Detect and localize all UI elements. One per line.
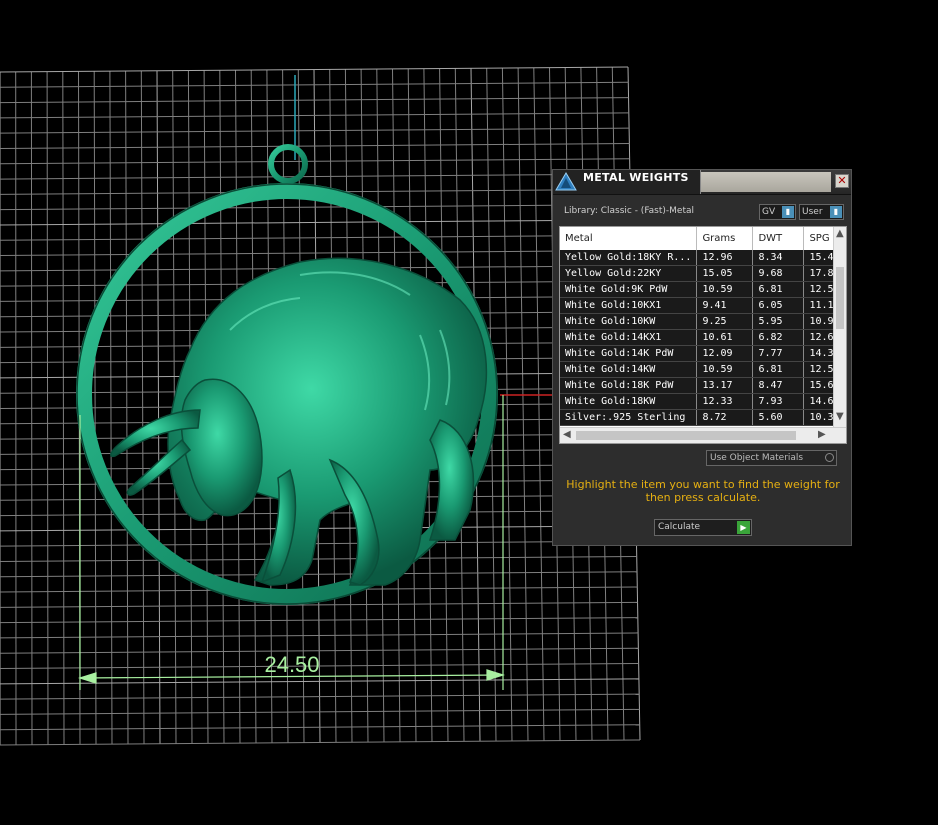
cell-metal: Silver:.925 Sterling (560, 409, 698, 426)
cell-grams: 12.96 (696, 250, 754, 266)
toggle-indicator-icon: ▮ (830, 206, 842, 218)
cell-dwt: 7.93 (752, 393, 805, 410)
cell-dwt: 5.60 (752, 409, 805, 426)
cell-dwt: 6.82 (752, 329, 805, 346)
table-row[interactable]: White Gold:14K PdW 12.09 7.77 14.37 (560, 345, 846, 362)
table-row[interactable]: Yellow Gold:22KY 15.05 9.68 17.85 (560, 265, 846, 282)
scroll-up-icon[interactable]: ▲ (836, 228, 844, 239)
cell-grams: 15.05 (696, 265, 754, 282)
play-arrow-icon: ▶ (737, 521, 750, 534)
cell-metal: White Gold:9K PdW (560, 281, 698, 298)
cell-grams: 9.25 (696, 313, 754, 330)
table-row[interactable]: White Gold:18KW 12.33 7.93 14.66 (560, 393, 846, 410)
column-header-dwt[interactable]: DWT (752, 227, 805, 250)
instruction-text: Highlight the item you want to find the … (566, 478, 840, 504)
horizontal-scrollbar[interactable]: ◀ ▶ (560, 427, 846, 443)
cell-metal: White Gold:10KX1 (560, 297, 698, 314)
cell-grams: 10.61 (696, 329, 754, 346)
radio-circle-icon (825, 453, 834, 462)
cell-grams: 12.33 (696, 393, 754, 410)
metal-weights-table: Metal Grams DWT SPG Yellow Gold:18KY R..… (560, 227, 846, 426)
cell-dwt: 9.68 (752, 265, 805, 282)
gv-toggle-label: GV (762, 207, 776, 217)
table-row[interactable]: White Gold:14KX1 10.61 6.82 12.61 (560, 329, 846, 346)
cell-metal: White Gold:10KW (560, 313, 698, 330)
table-row[interactable]: White Gold:14KW 10.59 6.81 12.59 (560, 361, 846, 378)
cell-metal: White Gold:14KX1 (560, 329, 698, 346)
table-row[interactable]: White Gold:10KX1 9.41 6.05 11.18 (560, 297, 846, 314)
cell-grams: 8.72 (696, 409, 754, 426)
column-header-grams[interactable]: Grams (696, 227, 754, 250)
cell-dwt: 6.81 (752, 361, 805, 378)
user-toggle[interactable]: User ▮ (799, 204, 844, 220)
horizontal-scroll-thumb[interactable] (576, 431, 796, 440)
cell-metal: White Gold:14K PdW (560, 345, 698, 362)
close-button[interactable]: ✕ (835, 174, 849, 188)
app-logo-icon (555, 172, 577, 191)
toggle-indicator-icon: ▮ (782, 206, 794, 218)
scroll-down-icon[interactable]: ▼ (836, 411, 844, 422)
cell-dwt: 7.77 (752, 345, 805, 362)
cell-metal: White Gold:18K PdW (560, 377, 698, 394)
scroll-left-icon[interactable]: ◀ (563, 429, 571, 440)
cell-dwt: 6.05 (752, 297, 805, 314)
metal-weights-panel: METAL WEIGHTS ✕ Library: Classic - (Fast… (552, 169, 852, 546)
cell-dwt: 5.95 (752, 313, 805, 330)
table-header-row: Metal Grams DWT SPG (560, 227, 846, 250)
vertical-scrollbar[interactable]: ▲ ▼ (833, 227, 846, 427)
bull-pendant-model (76, 144, 498, 605)
cell-grams: 10.59 (696, 281, 754, 298)
table-row[interactable]: White Gold:9K PdW 10.59 6.81 12.59 (560, 281, 846, 298)
cell-metal: Yellow Gold:22KY (560, 265, 698, 282)
panel-title: METAL WEIGHTS (583, 171, 689, 184)
cell-metal: Yellow Gold:18KY R... (560, 250, 698, 266)
use-object-materials-label: Use Object Materials (710, 453, 804, 463)
scroll-right-icon[interactable]: ▶ (818, 429, 826, 440)
calculate-label: Calculate (658, 522, 701, 532)
close-icon: ✕ (837, 174, 847, 187)
panel-titlebar[interactable]: METAL WEIGHTS ✕ (553, 170, 851, 195)
cell-metal: White Gold:18KW (560, 393, 698, 410)
table-row[interactable]: Yellow Gold:18KY R... 12.96 8.34 15.41 (560, 250, 846, 266)
vertical-scroll-thumb[interactable] (836, 267, 844, 329)
table-row[interactable]: Silver:.925 Sterling 8.72 5.60 10.36 (560, 409, 846, 426)
calculate-button[interactable]: Calculate ▶ (654, 519, 752, 536)
library-label: Library: Classic - (Fast)-Metal (564, 206, 695, 216)
cell-grams: 12.09 (696, 345, 754, 362)
cell-grams: 13.17 (696, 377, 754, 394)
title-bar-fill (701, 172, 831, 192)
cell-dwt: 6.81 (752, 281, 805, 298)
cell-dwt: 8.47 (752, 377, 805, 394)
cell-metal: White Gold:14KW (560, 361, 698, 378)
metal-table-container[interactable]: Metal Grams DWT SPG Yellow Gold:18KY R..… (559, 226, 847, 444)
user-toggle-label: User (802, 207, 823, 217)
use-object-materials-toggle[interactable]: Use Object Materials (706, 450, 837, 466)
dimension-value: 24.50 (264, 652, 319, 677)
cell-grams: 9.41 (696, 297, 754, 314)
gv-toggle[interactable]: GV ▮ (759, 204, 796, 220)
table-row[interactable]: White Gold:18K PdW 13.17 8.47 15.65 (560, 377, 846, 394)
table-row[interactable]: White Gold:10KW 9.25 5.95 10.99 (560, 313, 846, 330)
cell-dwt: 8.34 (752, 250, 805, 266)
column-header-metal[interactable]: Metal (560, 227, 698, 250)
cell-grams: 10.59 (696, 361, 754, 378)
pendant-bail (268, 144, 308, 184)
title-tab: METAL WEIGHTS (553, 170, 701, 194)
